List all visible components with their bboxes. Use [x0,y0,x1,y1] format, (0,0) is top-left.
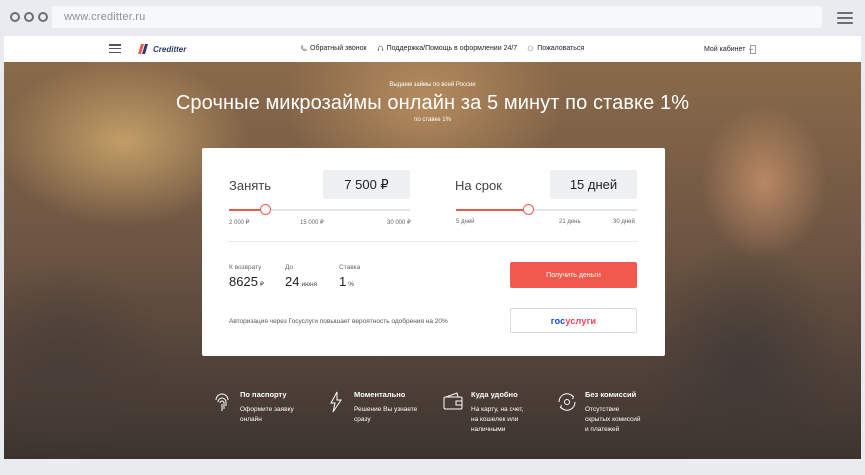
amount-tick-max: 30 000 ₽ [387,220,411,226]
phone-icon [301,45,307,51]
support-link[interactable]: Поддержка/Помощь в оформлении 24/7 [377,45,518,52]
support-label: Поддержка/Помощь в оформлении 24/7 [386,45,518,52]
due-day: 24 [285,274,300,289]
feature-desc-line: скрытых комиссий [585,416,641,423]
repay-label: К возврату [229,264,262,271]
login-icon [749,45,757,54]
feature-destination: Куда удобно На карту, на счет, на кошеле… [441,390,524,435]
menu-icon[interactable] [109,44,121,53]
web-page: Creditter Обратный звонок Поддержка/Помо… [4,36,861,459]
feature-title: Моментально [354,390,406,399]
amount-tick-min: 2 000 ₽ [229,220,250,226]
logo-icon [138,44,148,54]
amount-tick-mid: 15 000 ₽ [300,220,324,226]
term-value-field[interactable]: 15 дней [550,170,637,199]
rate-value: 1% [339,274,354,289]
calculator-divider [228,241,638,242]
my-account-label: Мой кабинет [704,46,746,53]
rate-unit: % [348,281,355,288]
complain-link[interactable]: Пожаловаться [527,45,584,52]
window-dot-icon[interactable] [24,12,34,22]
gosuslugi-login-button[interactable]: гос услуги [510,308,637,333]
feature-desc-line: Отсутствие [585,406,620,413]
feature-instant: Моментально Решение Вы узнаете сразу [324,390,417,425]
callback-label: Обратный звонок [310,45,367,52]
term-slider-fill [456,209,529,211]
term-slider-handle[interactable] [522,204,534,215]
hero-pretitle: Выдаем займы по всей России [389,82,476,88]
feature-desc-line: Оформите заявку [240,406,294,413]
due-month: июня [301,281,318,288]
window-dot-icon[interactable] [38,12,48,22]
site-header: Creditter Обратный звонок Поддержка/Помо… [4,36,861,62]
gosuslugi-logo-part1: гос [550,315,566,326]
term-tick-mid: 21 день [559,219,581,225]
address-text: www.creditter.ru [64,11,146,23]
feature-title: Без комиссий [585,390,637,399]
feature-desc-line: онлайн [240,416,262,423]
lightning-icon [330,391,342,413]
loan-calculator: Занять 7 500 ₽ 2 000 ₽ 15 000 ₽ 30 000 ₽… [202,148,665,356]
wallet-icon [443,392,463,410]
window-controls [10,12,48,22]
fingerprint-icon [215,393,229,411]
term-tick-min: 5 дней [456,219,475,225]
gosuslugi-logo-part2: услуги [565,315,597,326]
term-tick-max: 30 дней [613,219,635,225]
repay-value: 8625 ₽ [229,274,264,289]
rate-number: 1 [339,274,347,289]
headset-icon [377,46,383,51]
window-dot-icon[interactable] [10,12,20,22]
chat-bubble-icon [527,45,534,52]
logo-text: Creditter [153,44,187,54]
feature-desc-line: и платежей [585,426,620,433]
site-logo[interactable]: Creditter [136,42,186,56]
browser-toolbar: www.creditter.ru [0,0,865,36]
amount-slider[interactable] [229,204,410,215]
complain-label: Пожаловаться [537,45,585,52]
feature-passport: По паспорту Оформите заявку онлайн [210,390,294,425]
my-account-link[interactable]: Мой кабинет [704,45,757,54]
header-links: Обратный звонок Поддержка/Помощь в оформ… [300,45,584,52]
amount-slider-handle[interactable] [259,204,271,215]
feature-desc-line: сразу [354,416,371,423]
feature-desc-line: На карту, на счет, [471,406,524,413]
repay-amount: 8625 [229,274,258,289]
hero-title: Срочные микрозаймы онлайн за 5 минут по … [175,92,690,114]
hero-subtitle: по ставке 1% [414,117,451,123]
hero-section: Выдаем займы по всей России Срочные микр… [4,62,861,459]
term-slider[interactable] [456,204,637,215]
feature-desc-line: наличными [471,426,506,433]
term-label: На срок [455,178,502,193]
feature-desc-line: на кошелек или [471,416,519,423]
due-value: 24 июня [285,274,317,289]
no-fee-icon [558,393,576,411]
repay-unit: ₽ [259,281,265,288]
callback-link[interactable]: Обратный звонок [300,45,367,52]
amount-value-field[interactable]: 7 500 ₽ [323,170,410,199]
amount-label: Занять [229,178,272,193]
feature-title: По паспорту [240,390,287,399]
browser-menu-icon[interactable] [837,12,853,24]
due-label: До [285,264,294,271]
browser-bottom-bar [0,459,865,475]
feature-desc-line: Решение Вы узнаете [354,406,418,413]
gosuslugi-note: Авторизация через Госуслуги повышает вер… [229,318,448,325]
get-money-button[interactable]: Получить деньги [510,262,637,288]
address-bar[interactable]: www.creditter.ru [52,6,822,28]
feature-title: Куда удобно [471,390,518,399]
rate-label: Ставка [339,264,361,271]
feature-no-fees: Без комиссий Отсутствие скрытых комиссий… [555,390,640,435]
